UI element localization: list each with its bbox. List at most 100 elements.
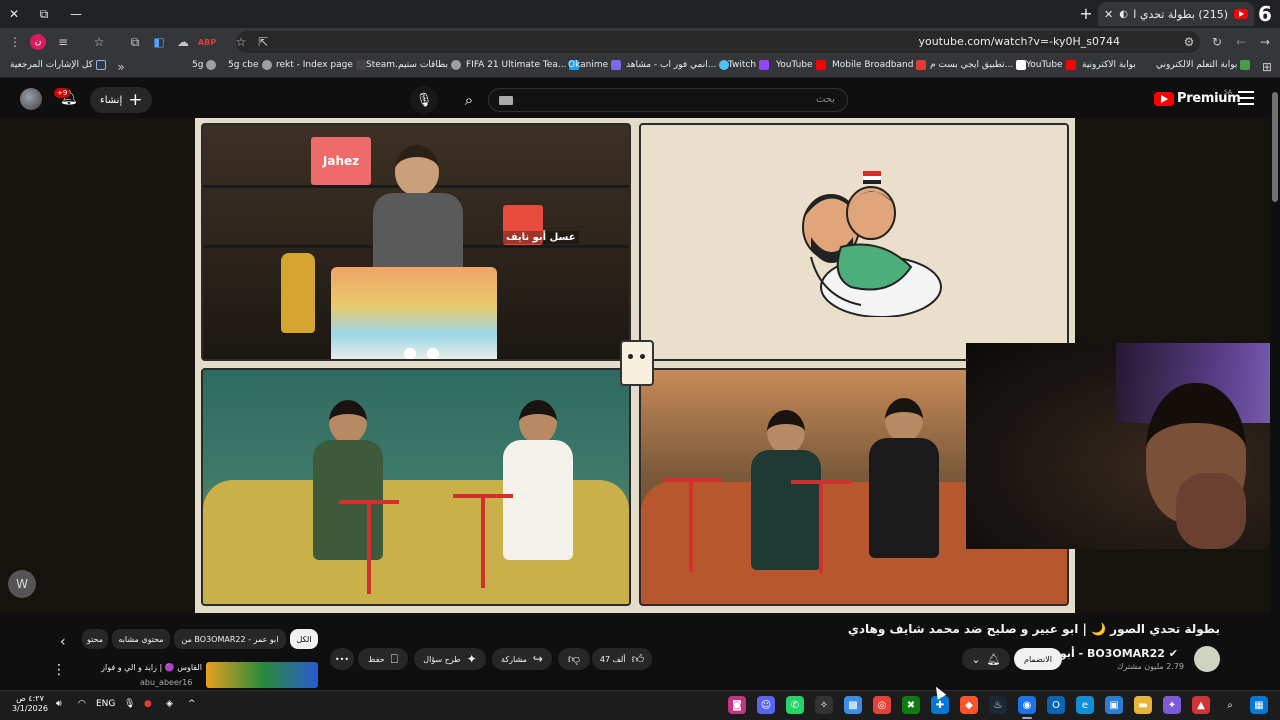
- account-avatar[interactable]: [20, 88, 42, 110]
- bookmark-item[interactable]: Mobile Broadband: [832, 60, 927, 70]
- menu-dots-icon[interactable]: ⋮: [6, 33, 24, 51]
- bookmark-item[interactable]: بوابة التعلم الالكتروني: [1156, 60, 1251, 70]
- app-tray-icon[interactable]: ◈: [166, 699, 173, 709]
- browser-tab-active[interactable]: (215) بطولة تحدي الصور 🌙 ◐ ✕: [1098, 2, 1254, 26]
- tab-count-badge: 6: [1258, 2, 1272, 26]
- reload-icon[interactable]: ↻: [1208, 33, 1226, 51]
- site-settings-icon[interactable]: ⚙: [1180, 33, 1198, 51]
- wifi-icon[interactable]: ◠: [78, 699, 86, 709]
- tab-close-icon[interactable]: ✕: [1104, 8, 1113, 21]
- bookmark-item[interactable]: 5g: [192, 60, 217, 70]
- video-player[interactable]: Jahez عسل أبو نايف ● ● W: [0, 118, 1270, 613]
- extensions-icon[interactable]: ⧉: [126, 33, 144, 51]
- language-indicator[interactable]: ENG: [96, 699, 115, 709]
- apps-grid-icon[interactable]: ⊞: [1258, 58, 1276, 76]
- chevron-more-icon[interactable]: »: [112, 58, 130, 76]
- share-page-icon[interactable]: ⇱: [254, 33, 272, 51]
- chip-all[interactable]: الكل: [290, 629, 318, 649]
- chip-more[interactable]: محتو: [82, 629, 108, 649]
- copilot-icon[interactable]: ✦: [1163, 696, 1181, 714]
- volume-icon[interactable]: 🔊︎: [56, 699, 62, 709]
- extension-blue-icon[interactable]: ◧: [150, 33, 168, 51]
- streamer-webcam-overlay: [966, 343, 1270, 549]
- store-icon[interactable]: ▣: [1105, 696, 1123, 714]
- bookmark-item[interactable]: Twitch: [728, 60, 770, 70]
- chevron-left-icon[interactable]: ‹: [60, 634, 66, 650]
- edge-icon[interactable]: e: [1076, 696, 1094, 714]
- discord-icon[interactable]: ☺: [757, 696, 775, 714]
- join-button[interactable]: الانضمام: [1014, 648, 1062, 670]
- bookmark-item[interactable]: بطاقات ستيم: [398, 60, 461, 70]
- bookmark-item[interactable]: rekt - Index page: [276, 60, 366, 70]
- close-window-icon[interactable]: ✕: [4, 4, 24, 24]
- search-icon[interactable]: ⌕: [1221, 696, 1239, 714]
- keyboard-icon[interactable]: [499, 96, 513, 105]
- more-actions-button[interactable]: •••: [330, 648, 354, 670]
- outlook-icon[interactable]: O: [1047, 696, 1065, 714]
- scrollbar-thumb[interactable]: [1272, 92, 1278, 202]
- chip-from-channel[interactable]: من BO3OMAR22 - ابو عمر: [174, 629, 286, 649]
- red-table-leg: [481, 498, 485, 588]
- reading-list-icon[interactable]: ≡: [54, 33, 72, 51]
- recommended-channel[interactable]: abu_abeer16: [140, 678, 192, 687]
- search-button[interactable]: ⌕: [456, 88, 482, 112]
- search-input[interactable]: بحث: [488, 88, 848, 112]
- misc-icon[interactable]: ✧: [815, 696, 833, 714]
- widgets-icon[interactable]: ▦: [1250, 696, 1268, 714]
- channel-watermark[interactable]: W: [8, 570, 36, 598]
- photos-icon[interactable]: ▩: [844, 696, 862, 714]
- bookmarks-star-icon[interactable]: ☆: [90, 33, 108, 51]
- bookmark-item[interactable]: Okanime: [568, 60, 622, 70]
- guide-menu-icon[interactable]: [1238, 91, 1254, 105]
- page-scrollbar[interactable]: [1270, 80, 1280, 690]
- new-tab-button[interactable]: +: [1078, 4, 1094, 23]
- whatsapp-icon[interactable]: ✆: [786, 696, 804, 714]
- adblock-icon[interactable]: ABP: [198, 33, 216, 51]
- power-automate-icon[interactable]: ▲: [1192, 696, 1210, 714]
- subscribed-button[interactable]: ⌄ 🔔︎: [962, 648, 1010, 670]
- brave-icon[interactable]: ◆: [960, 696, 978, 714]
- like-button[interactable]: 47 ألف 👍︎: [592, 648, 652, 670]
- recommended-thumbnail[interactable]: [206, 662, 318, 688]
- bookmark-all[interactable]: كل الإشارات المرجعية: [10, 60, 106, 70]
- forward-icon[interactable]: ←: [1232, 33, 1250, 51]
- chip-related[interactable]: محتوى مشابه: [112, 629, 170, 649]
- create-button[interactable]: إنشاء +: [90, 87, 153, 113]
- profile-avatar[interactable]: ن: [30, 34, 46, 50]
- minimize-window-icon[interactable]: —: [66, 4, 86, 24]
- bookmark-item[interactable]: YouTube: [1026, 60, 1076, 70]
- address-bar[interactable]: ☆ ⇱ youtube.com/watch?v=-ky0H_s0744 ⚙: [236, 31, 1200, 53]
- share-button[interactable]: مشاركة ↪: [492, 648, 552, 670]
- microphone-tray-icon[interactable]: 🎙︎: [124, 699, 135, 709]
- ask-button[interactable]: طرح سؤال ✦: [414, 648, 486, 670]
- bookmark-item[interactable]: بوابة الاكترونية: [1082, 60, 1136, 70]
- notification-count-badge: +9: [54, 88, 71, 98]
- bookmark-item[interactable]: FIFA 21 Ultimate Tea...: [466, 60, 580, 70]
- steam-icon[interactable]: ♨: [989, 696, 1007, 714]
- dislike-button[interactable]: 👎︎: [558, 648, 590, 670]
- extension-cloud-icon[interactable]: ☁: [174, 33, 192, 51]
- pc-manager-icon[interactable]: ✚: [931, 696, 949, 714]
- save-button[interactable]: حفظ ⎕: [358, 648, 408, 670]
- globe-icon: [450, 60, 461, 70]
- bookmark-item[interactable]: YouTube: [776, 60, 826, 70]
- file-explorer-icon[interactable]: ▬: [1134, 696, 1152, 714]
- restore-window-icon[interactable]: ⧉: [34, 4, 54, 24]
- recommended-more-icon[interactable]: ⋮: [52, 662, 66, 678]
- bookmark-item[interactable]: 5g cbe: [228, 60, 272, 70]
- ea-icon[interactable]: ◎: [873, 696, 891, 714]
- recording-tray-icon[interactable]: ●: [144, 699, 152, 709]
- bookmark-star-icon[interactable]: ☆: [232, 33, 250, 51]
- bookmark-item[interactable]: تطبيق ايجي بست م...: [930, 60, 1027, 70]
- channel-avatar[interactable]: [1194, 646, 1220, 672]
- clock[interactable]: ٤:٢٧ ص 3/1/2026: [12, 694, 48, 715]
- voice-search-button[interactable]: 🎙︎: [410, 86, 438, 114]
- chrome-icon[interactable]: ◉: [1018, 696, 1036, 714]
- show-hidden-icons-chevron-icon[interactable]: ^: [188, 699, 196, 709]
- recommended-title[interactable]: القاوس 🟣 | زايد و الي و فواز: [101, 663, 202, 672]
- tab-audio-icon[interactable]: ◐: [1119, 9, 1128, 20]
- xbox-icon[interactable]: ✖: [902, 696, 920, 714]
- bookmark-item[interactable]: انمي فور اب - مشاهد...: [626, 60, 730, 70]
- instagram-icon[interactable]: ◙: [728, 696, 746, 714]
- back-icon[interactable]: →: [1256, 33, 1274, 51]
